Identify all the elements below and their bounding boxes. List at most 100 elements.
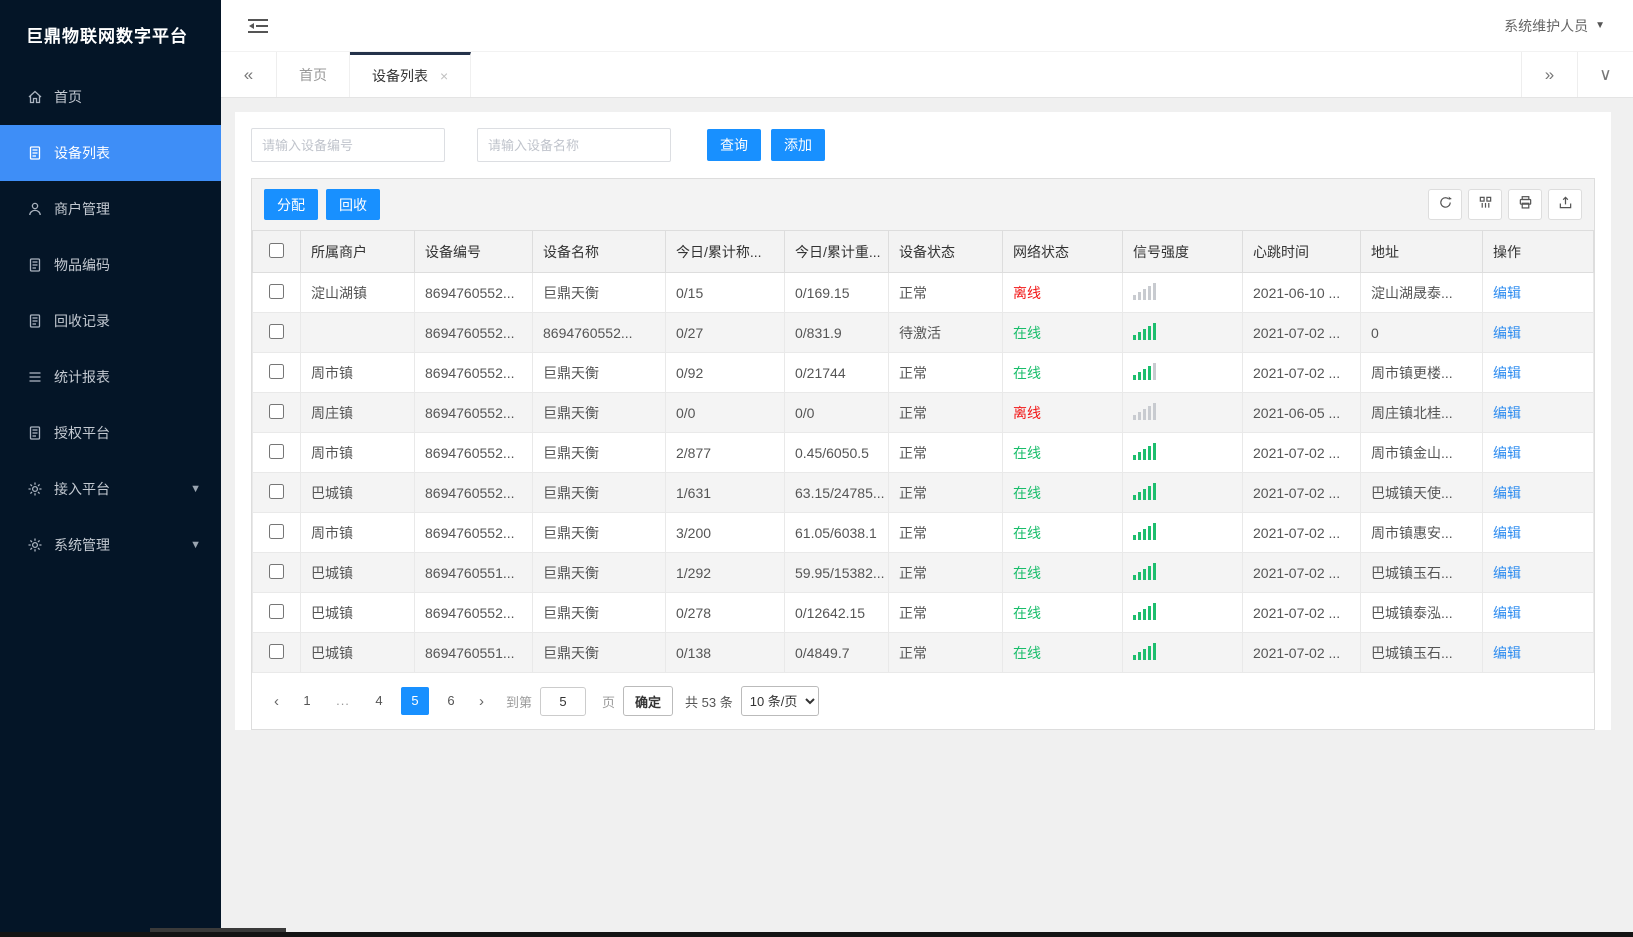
- row-checkbox[interactable]: [269, 643, 284, 659]
- refresh-button[interactable]: [1428, 189, 1462, 220]
- print-button[interactable]: [1508, 189, 1542, 220]
- signal-bars-icon: [1133, 442, 1156, 460]
- page-button-6[interactable]: 6: [437, 687, 465, 715]
- sidebar-item-label: 系统管理: [54, 537, 110, 553]
- add-button[interactable]: 添加: [771, 129, 825, 161]
- top-header: 系统维护人员 ▼: [221, 0, 1633, 52]
- export-button[interactable]: [1548, 189, 1582, 220]
- device-no-input[interactable]: [251, 128, 445, 162]
- column-header: 设备状态: [888, 230, 1003, 273]
- edit-link[interactable]: 编辑: [1493, 645, 1521, 661]
- edit-link[interactable]: 编辑: [1493, 285, 1521, 301]
- columns-button[interactable]: [1468, 189, 1502, 220]
- total-count: 共 53 条: [685, 694, 733, 710]
- cell-device-no: 8694760552...: [414, 352, 533, 393]
- sidebar-item-label: 授权平台: [54, 425, 110, 441]
- cell-merchant: 周市镇: [300, 432, 415, 473]
- cell-network-status: 离线: [1002, 392, 1123, 433]
- tabs-scroll-left-button[interactable]: «: [221, 52, 277, 97]
- cell-signal: [1122, 592, 1243, 633]
- user-icon: [26, 200, 44, 218]
- assign-button[interactable]: 分配: [264, 189, 318, 220]
- page-content: 查询 添加 分配 回收 所属商户设备: [221, 98, 1633, 932]
- cell-signal: [1122, 272, 1243, 313]
- tab-device-list[interactable]: 设备列表 ×: [350, 52, 472, 97]
- row-checkbox[interactable]: [269, 283, 284, 299]
- cell-device-name: 巨鼎天衡: [532, 392, 666, 433]
- sidebar-item-首页[interactable]: 首页: [0, 69, 221, 125]
- query-button[interactable]: 查询: [707, 129, 761, 161]
- main-area: 系统维护人员 ▼ « 首页 设备列表 × » ∨ 查询 添加: [221, 0, 1633, 932]
- cell-device-name: 巨鼎天衡: [532, 632, 666, 673]
- edit-link[interactable]: 编辑: [1493, 565, 1521, 581]
- cell-merchant: 巴城镇: [300, 632, 415, 673]
- edit-link[interactable]: 编辑: [1493, 445, 1521, 461]
- user-menu[interactable]: 系统维护人员 ▼: [1504, 16, 1605, 36]
- page-button-4[interactable]: 4: [365, 687, 393, 715]
- gear-icon: [26, 480, 44, 498]
- sidebar-item-商户管理[interactable]: 商户管理: [0, 181, 221, 237]
- page-size-select[interactable]: 10 条/页: [740, 686, 819, 716]
- columns-icon: [1478, 195, 1493, 215]
- page-button-5[interactable]: 5: [401, 687, 429, 715]
- row-checkbox[interactable]: [269, 603, 284, 619]
- tab-home[interactable]: 首页: [277, 52, 350, 97]
- sidebar-item-回收记录[interactable]: 回收记录: [0, 293, 221, 349]
- cell-network-status: 在线: [1002, 632, 1123, 673]
- prev-page-button[interactable]: ‹: [268, 693, 285, 710]
- tabs-scroll-right-button[interactable]: »: [1521, 52, 1577, 97]
- recycle-button[interactable]: 回收: [326, 189, 380, 220]
- table-tool-icons: [1428, 189, 1582, 220]
- cell-heartbeat: 2021-07-02 ...: [1242, 632, 1361, 673]
- sidebar-item-设备列表[interactable]: 设备列表: [0, 125, 221, 181]
- tabs-menu-button[interactable]: ∨: [1577, 52, 1633, 97]
- row-checkbox[interactable]: [269, 483, 284, 499]
- edit-link[interactable]: 编辑: [1493, 325, 1521, 341]
- cell-device-status: 正常: [888, 552, 1003, 593]
- sidebar-item-接入平台[interactable]: 接入平台 ▼: [0, 461, 221, 517]
- sidebar-item-物品编码[interactable]: 物品编码: [0, 237, 221, 293]
- close-tab-icon[interactable]: ×: [440, 68, 448, 84]
- table-row: 周市镇 8694760552... 巨鼎天衡 3/200 61.05/6038.1 正常在…: [252, 512, 1594, 553]
- cell-signal: [1122, 632, 1243, 673]
- cell-today-weight: 0/169.15: [784, 272, 889, 313]
- cell-signal: [1122, 472, 1243, 513]
- cell-network-status: 在线: [1002, 352, 1123, 393]
- goto-page-input[interactable]: [540, 686, 587, 716]
- signal-bars-icon: [1133, 282, 1156, 300]
- edit-link[interactable]: 编辑: [1493, 485, 1521, 501]
- sidebar-item-系统管理[interactable]: 系统管理 ▼: [0, 517, 221, 573]
- column-header: 网络状态: [1002, 230, 1123, 273]
- row-checkbox[interactable]: [269, 403, 284, 419]
- sidebar-item-授权平台[interactable]: 授权平台: [0, 405, 221, 461]
- sidebar-item-统计报表[interactable]: 统计报表: [0, 349, 221, 405]
- cell-merchant: 巴城镇: [300, 592, 415, 633]
- cell-signal: [1122, 352, 1243, 393]
- row-checkbox[interactable]: [269, 363, 284, 379]
- goto-confirm-button[interactable]: 确定: [623, 686, 674, 716]
- signal-bars-icon: [1133, 362, 1156, 380]
- table-row: 巴城镇 8694760551... 巨鼎天衡 0/138 0/4849.7 正常 在线 202…: [252, 632, 1594, 673]
- device-list-panel: 查询 添加 分配 回收 所属商户设备: [235, 112, 1611, 730]
- sidebar-item-label: 商户管理: [54, 201, 110, 217]
- select-all-checkbox[interactable]: [269, 242, 284, 258]
- page-button-1[interactable]: 1: [293, 687, 321, 715]
- next-page-button[interactable]: ›: [473, 693, 490, 710]
- table-row: 周庄镇 8694760552... 巨鼎天衡 0/0 0/0 正常 离线 2021-06-05…: [252, 392, 1594, 433]
- edit-link[interactable]: 编辑: [1493, 525, 1521, 541]
- cell-today-count: 1/631: [665, 472, 785, 513]
- row-checkbox[interactable]: [269, 563, 284, 579]
- edit-link[interactable]: 编辑: [1493, 605, 1521, 621]
- device-name-input[interactable]: [477, 128, 671, 162]
- row-checkbox[interactable]: [269, 523, 284, 539]
- cell-network-status: 在线: [1002, 312, 1123, 353]
- cell-merchant: 淀山湖镇: [300, 272, 415, 313]
- sidebar-collapse-icon[interactable]: [247, 17, 269, 35]
- edit-link[interactable]: 编辑: [1493, 365, 1521, 381]
- cell-today-weight: 0/21744: [784, 352, 889, 393]
- row-checkbox[interactable]: [269, 443, 284, 459]
- cell-device-status: 正常: [888, 472, 1003, 513]
- edit-link[interactable]: 编辑: [1493, 405, 1521, 421]
- cell-network-status: 在线: [1002, 472, 1123, 513]
- row-checkbox[interactable]: [269, 323, 284, 339]
